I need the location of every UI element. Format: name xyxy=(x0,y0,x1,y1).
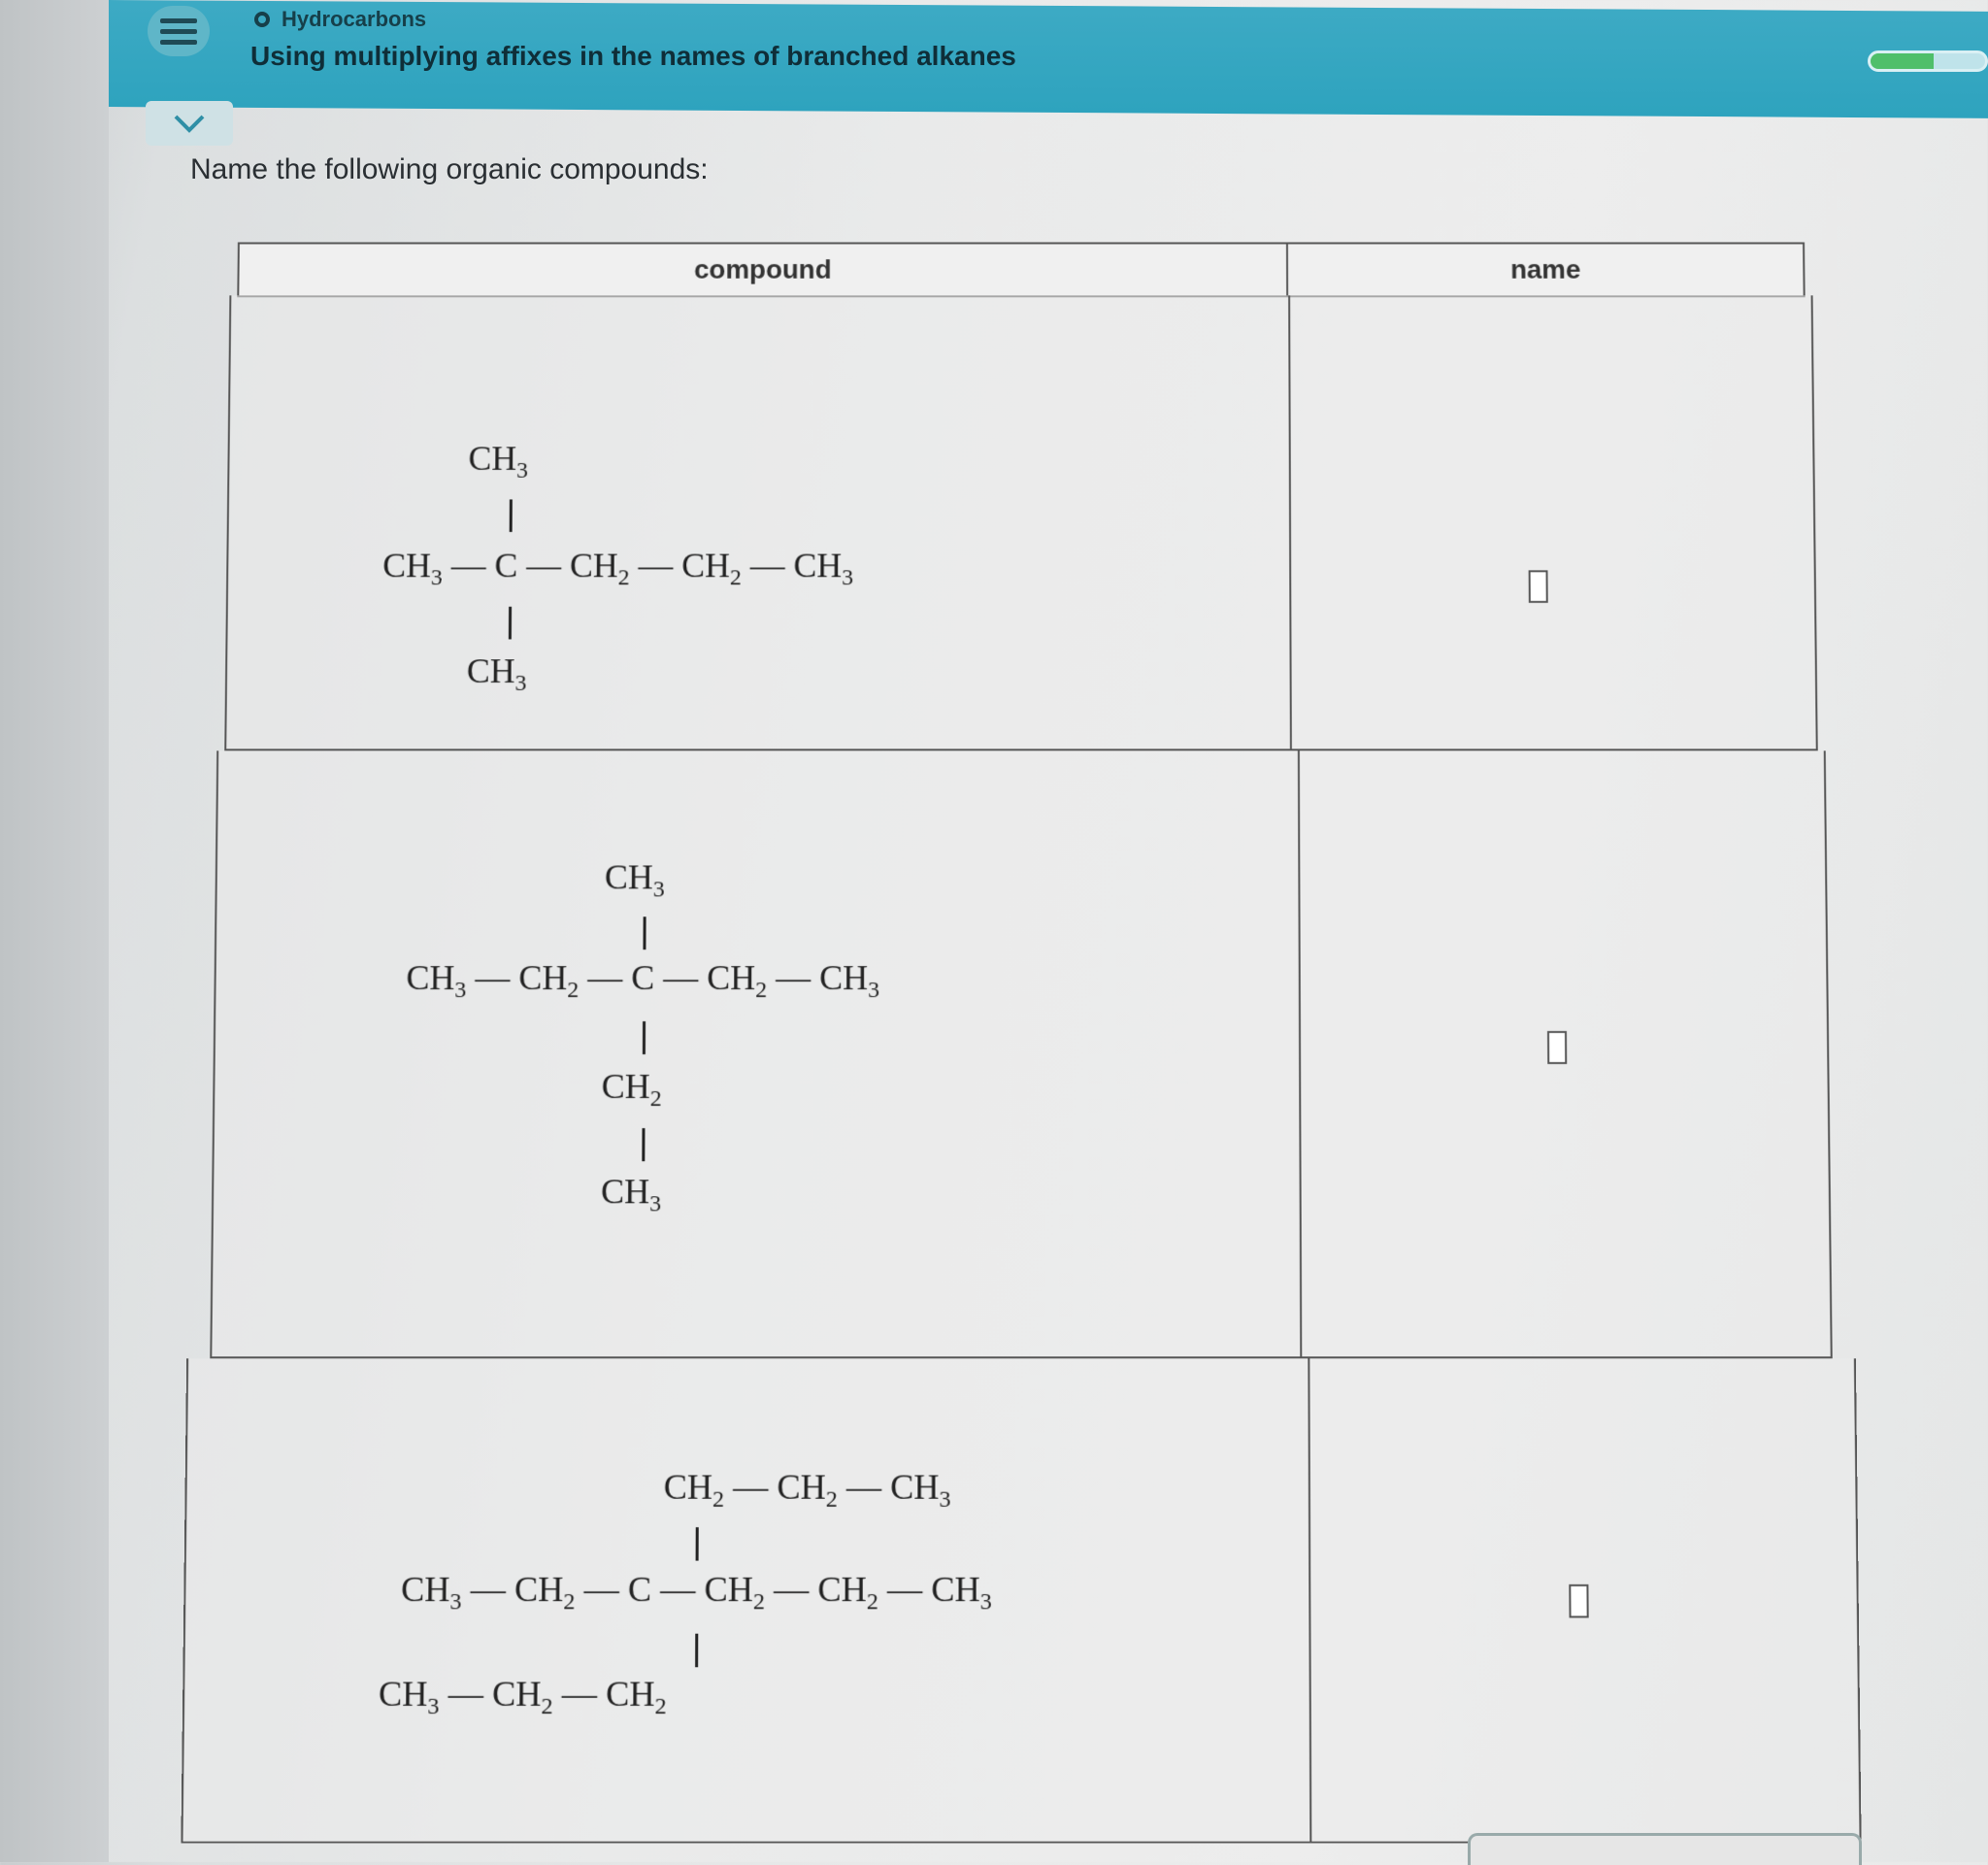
formula-row-1-below: CH3 xyxy=(466,651,527,696)
compound-cell: CH3 CH3 — CH2 — C — CH2 — CH3 CH2 CH3 xyxy=(212,750,1303,1357)
compound-cell: CH3 CH3 — C — CH2 — CH2 — CH3 CH3 xyxy=(226,295,1292,749)
hamburger-icon xyxy=(160,13,197,50)
compound-cell: CH2 — CH2 — CH3 CH3 — CH2 — C — CH2 — CH… xyxy=(182,1358,1312,1842)
compound-table: compound name CH3 CH3 — C — CH2 — CH2 — … xyxy=(181,242,1862,1844)
left-edge xyxy=(0,0,109,1862)
bond xyxy=(642,1021,646,1054)
bond xyxy=(695,1633,699,1668)
bond xyxy=(643,916,646,950)
formula-row-2-below-1: CH2 xyxy=(601,1066,662,1113)
formula-row-3-main: CH3 — CH2 — C — CH2 — CH2 — CH3 xyxy=(400,1569,992,1615)
bond xyxy=(642,1128,646,1162)
table-row: CH3 CH3 — C — CH2 — CH2 — CH3 CH3 xyxy=(224,295,1818,751)
name-answer-input[interactable] xyxy=(1528,570,1548,603)
topic-circle-icon xyxy=(254,12,270,27)
formula-row-2-main: CH3 — CH2 — C — CH2 — CH3 xyxy=(406,958,880,1004)
question-prompt: Name the following organic compounds: xyxy=(190,153,709,185)
topic-label: Hydrocarbons xyxy=(254,4,426,35)
menu-button[interactable] xyxy=(148,6,210,56)
progress-fill xyxy=(1871,53,1934,69)
formula-row-3-below: CH3 — CH2 — CH2 xyxy=(378,1674,667,1720)
bond xyxy=(508,606,513,640)
progress-bar xyxy=(1868,50,1988,72)
topic-text: Hydrocarbons xyxy=(282,7,427,31)
formula-row-2-below-2: CH3 xyxy=(600,1172,662,1217)
bond xyxy=(695,1527,699,1561)
name-answer-input[interactable] xyxy=(1546,1031,1568,1064)
name-answer-input[interactable] xyxy=(1569,1583,1589,1618)
collapse-button[interactable] xyxy=(146,101,233,146)
page-title: Using multiplying affixes in the names o… xyxy=(250,41,1016,71)
formula-row-1-main: CH3 — C — CH2 — CH2 — CH3 xyxy=(382,546,854,591)
table-row: CH2 — CH2 — CH3 CH3 — CH2 — C — CH2 — CH… xyxy=(181,1358,1862,1844)
formula-row-2-above: CH3 xyxy=(604,857,665,903)
column-header-name: name xyxy=(1285,242,1806,298)
formula-row-3-above: CH2 — CH2 — CH3 xyxy=(663,1467,951,1513)
formula-row-1-above: CH3 xyxy=(468,439,529,483)
table-row: CH3 CH3 — CH2 — C — CH2 — CH3 CH2 CH3 xyxy=(210,750,1833,1359)
bottom-button[interactable] xyxy=(1468,1833,1862,1865)
column-header-compound: compound xyxy=(237,242,1289,298)
chevron-down-icon xyxy=(174,115,205,133)
bond xyxy=(509,499,513,532)
